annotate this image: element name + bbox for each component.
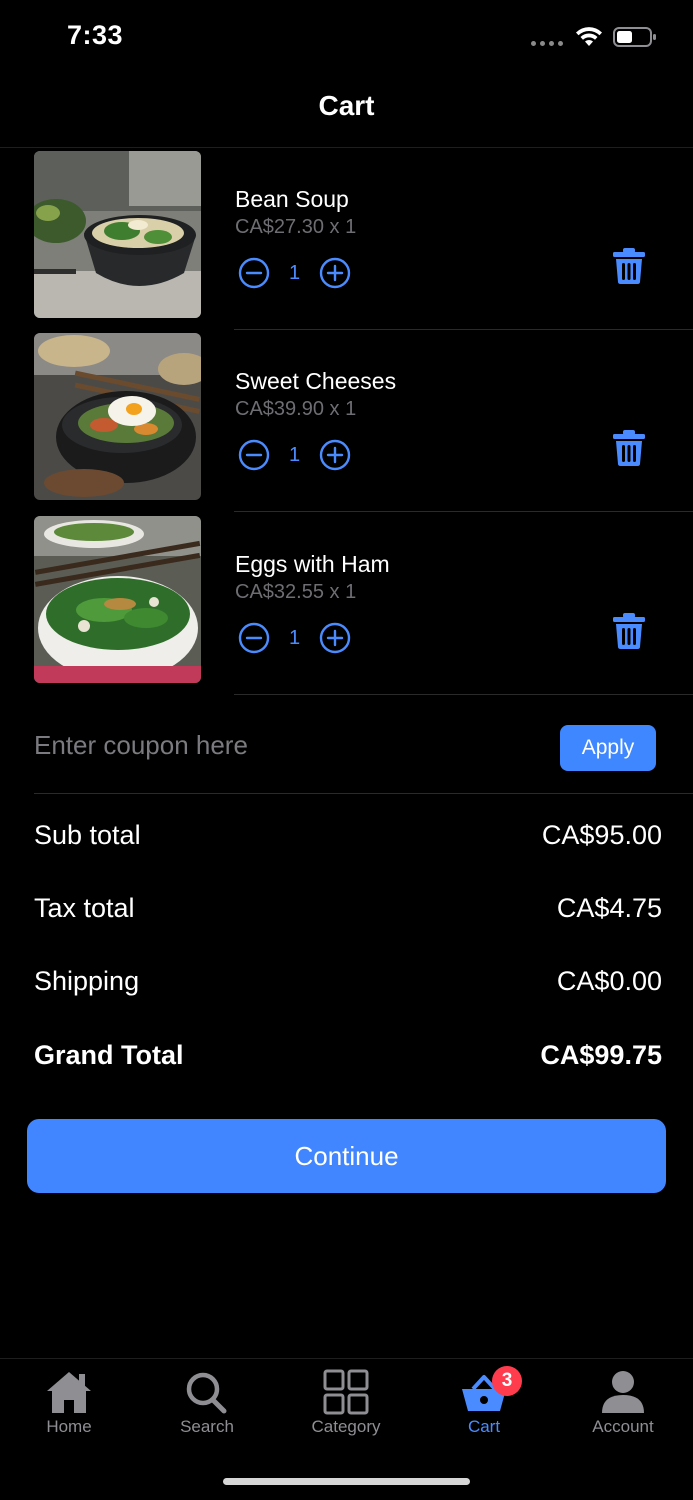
decrease-quantity-button[interactable] [238,257,270,289]
delete-item-button[interactable] [612,247,646,285]
status-time: 7:33 [67,20,124,50]
quantity-value: 1 [288,443,301,466]
item-name[interactable]: Sweet Cheeses [235,368,396,395]
person-icon [602,1371,644,1413]
home-indicator[interactable] [223,1478,470,1485]
quantity-stepper: 1 [238,622,351,654]
item-name[interactable]: Bean Soup [235,186,349,213]
quantity-stepper: 1 [238,439,351,471]
tab-search[interactable]: Search [152,1369,262,1449]
nav-divider [0,147,693,148]
tax-total-value: CA$4.75 [556,892,662,923]
quantity-value: 1 [288,261,301,284]
sub-total-row: Sub total CA$95.00 [34,815,662,855]
item-divider [234,329,693,330]
shipping-value: CA$0.00 [556,965,662,996]
tab-label: Search [180,1417,234,1436]
item-photo-sweet-cheeses[interactable] [34,333,201,500]
sub-total-value: CA$95.00 [541,819,662,850]
increase-quantity-button[interactable] [319,257,351,289]
item-divider [234,511,693,512]
coupon-row: Apply [0,712,693,794]
continue-button[interactable]: Continue [27,1119,666,1193]
quantity-value: 1 [288,626,301,649]
quantity-stepper: 1 [238,257,351,289]
item-name[interactable]: Eggs with Ham [235,551,390,578]
cart-item: Bean Soup CA$27.30 x 1 1 [0,151,693,333]
item-photo-bean-soup[interactable] [34,151,201,318]
item-price: CA$39.90 x 1 [235,398,357,420]
shipping-row: Shipping CA$0.00 [34,961,662,1001]
shipping-label: Shipping [34,965,140,996]
delete-item-button[interactable] [612,612,646,650]
status-bar: 7:33 [0,0,693,80]
increase-quantity-button[interactable] [319,622,351,654]
tab-cart[interactable]: Cart 3 [429,1366,539,1449]
delete-item-button[interactable] [612,429,646,467]
item-divider [234,694,693,695]
grand-total-row: Grand Total CA$99.75 [34,1035,662,1075]
coupon-input[interactable] [34,722,534,768]
tab-label: Category [311,1417,381,1436]
coupon-divider [34,793,693,794]
tab-account[interactable]: Account [568,1369,678,1449]
apply-coupon-button[interactable]: Apply [560,725,656,771]
cellular-signal-icon [531,29,563,46]
grand-total-label: Grand Total [34,1039,184,1070]
decrease-quantity-button[interactable] [238,622,270,654]
item-photo-eggs-with-ham[interactable] [34,516,201,683]
increase-quantity-button[interactable] [319,439,351,471]
tab-label: Cart [467,1417,501,1436]
tab-label: Account [592,1417,654,1436]
cart-count-badge: 3 [492,1366,522,1396]
item-price: CA$32.55 x 1 [235,581,357,603]
tax-total-row: Tax total CA$4.75 [34,888,662,928]
status-icons [531,26,657,48]
home-icon [47,1372,91,1413]
cart-item: Sweet Cheeses CA$39.90 x 1 1 [0,333,693,515]
tab-label: Home [46,1417,92,1436]
item-price: CA$27.30 x 1 [235,216,357,238]
decrease-quantity-button[interactable] [238,439,270,471]
tab-home[interactable]: Home [14,1369,124,1449]
page-title: Cart [318,90,375,121]
grid-icon [323,1369,369,1415]
tax-total-label: Tax total [34,892,135,923]
cart-item: Eggs with Ham CA$32.55 x 1 1 [0,516,693,698]
grand-total-value: CA$99.75 [540,1039,662,1070]
sub-total-label: Sub total [34,819,141,850]
search-icon [186,1372,227,1414]
battery-icon [613,27,656,47]
tab-category[interactable]: Category [291,1369,401,1449]
wifi-icon [576,27,602,46]
